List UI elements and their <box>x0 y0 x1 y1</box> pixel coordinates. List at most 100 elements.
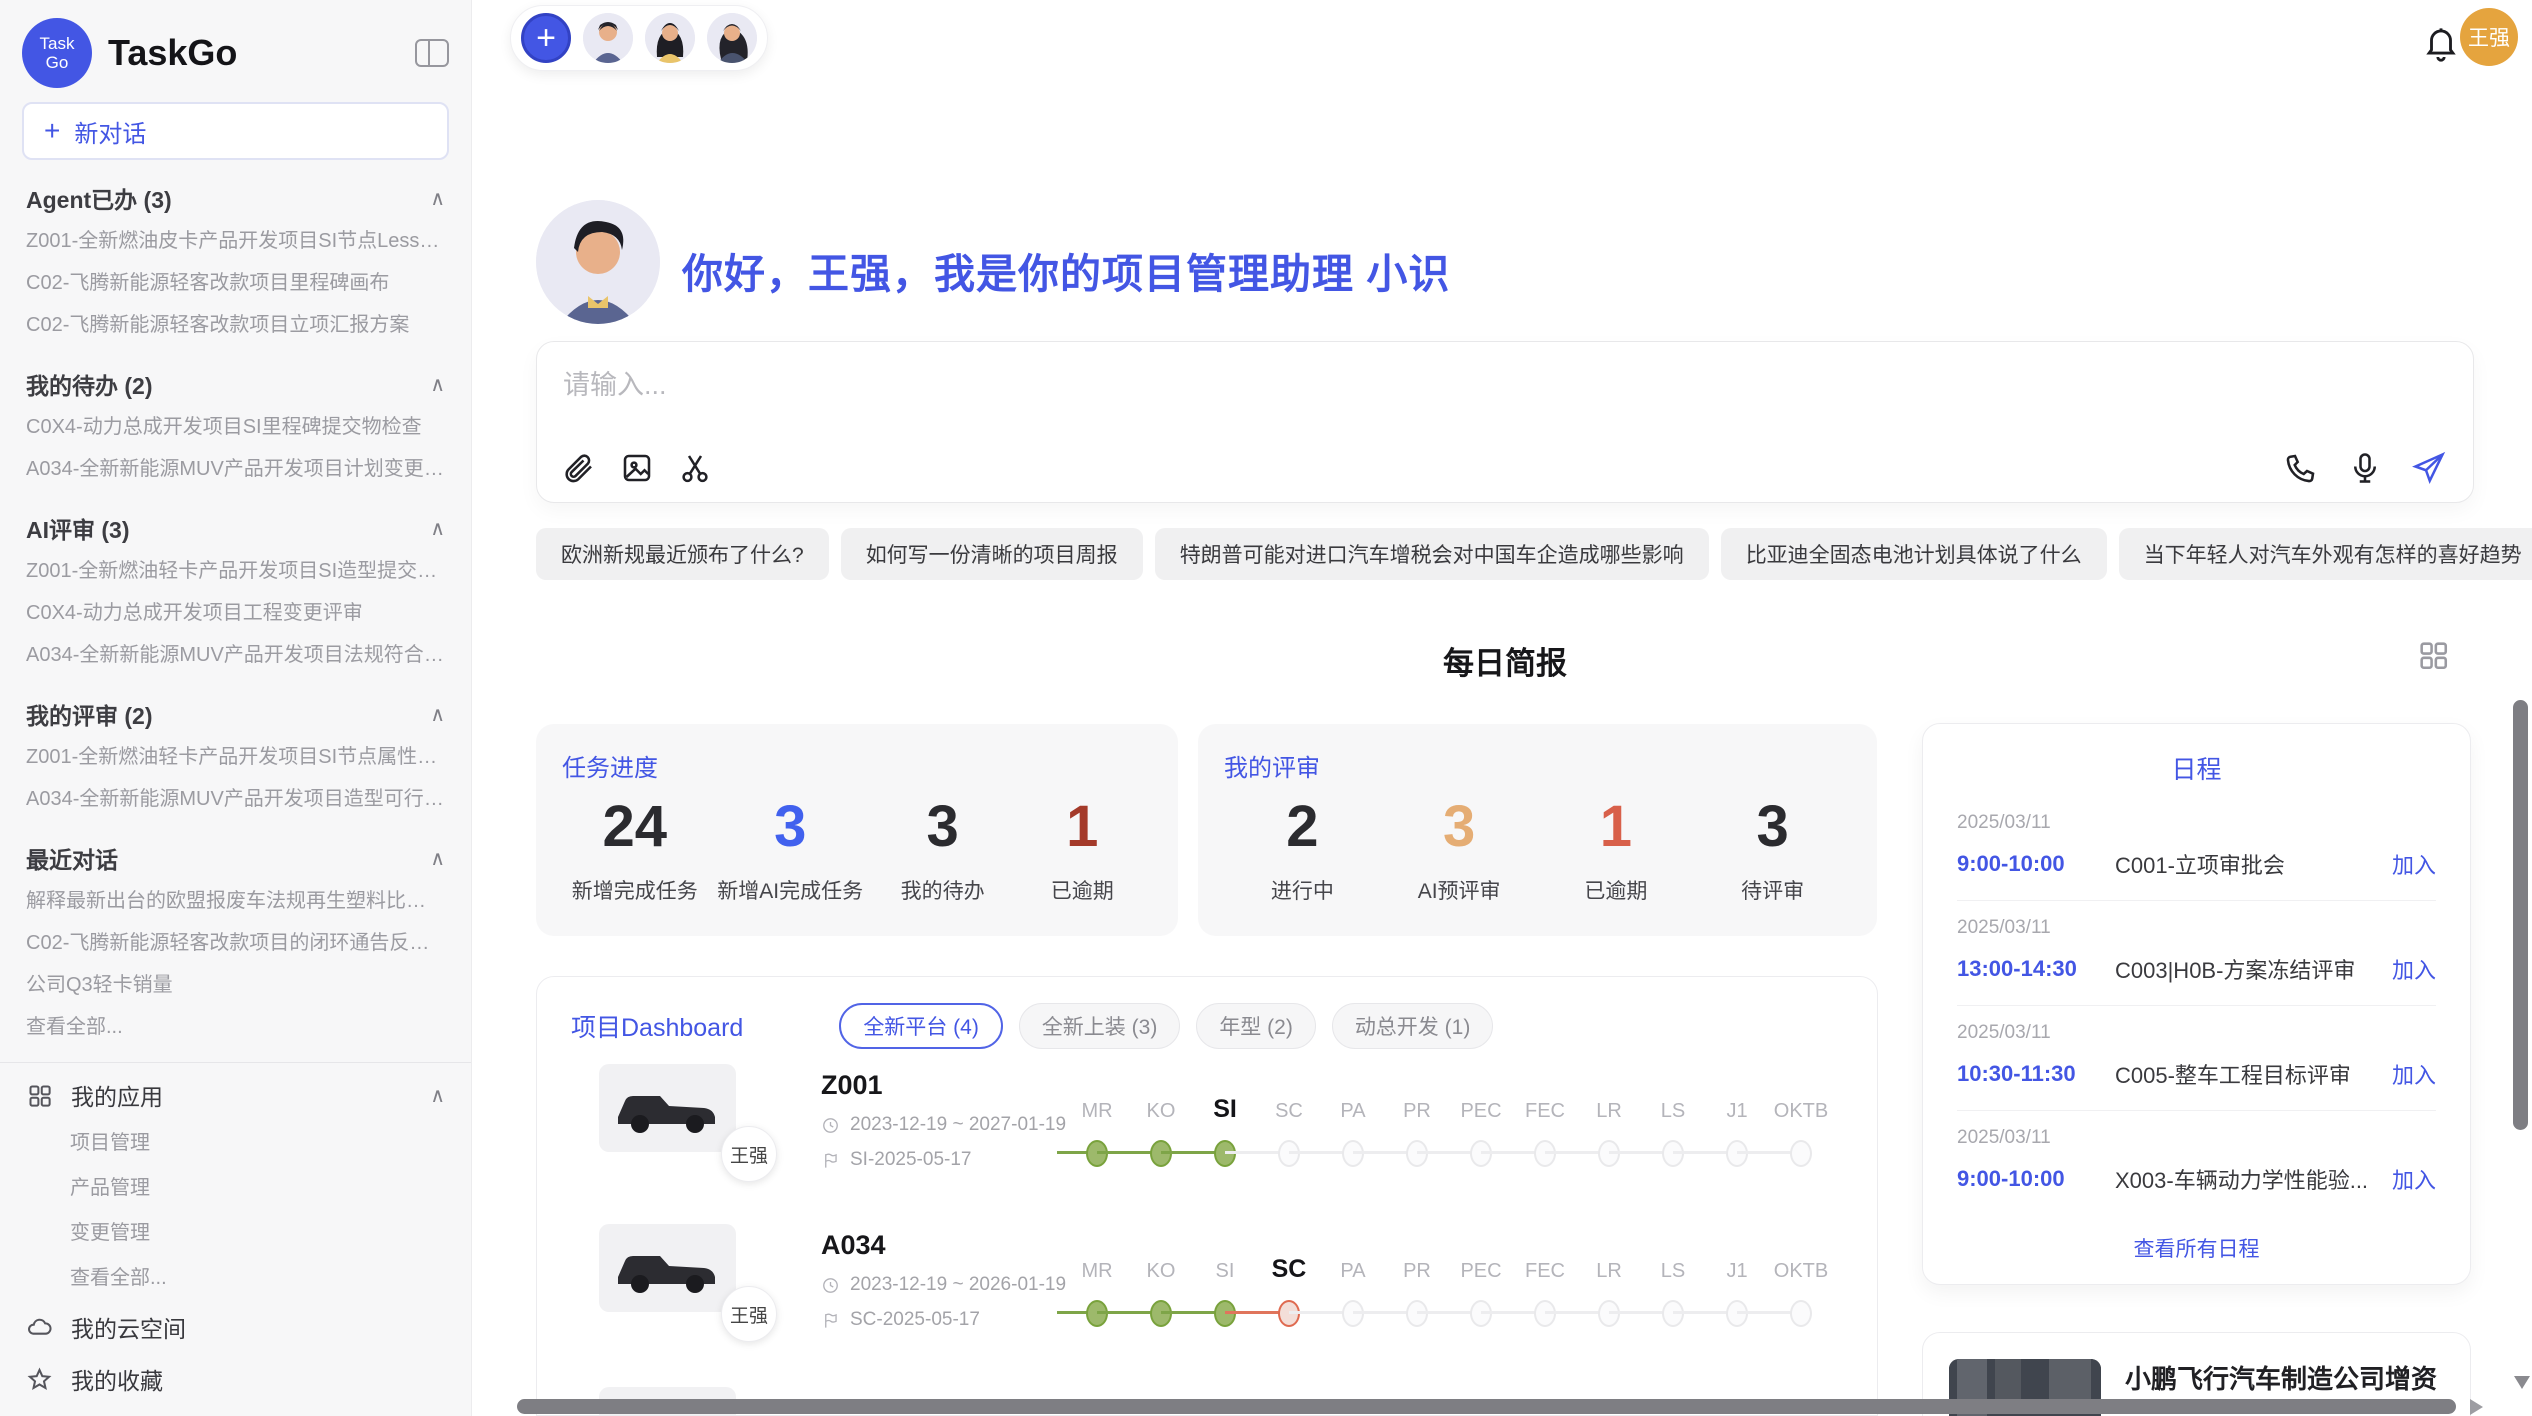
stat-value: 3 <box>1399 791 1519 863</box>
avatar[interactable] <box>707 13 757 63</box>
new-chat-button[interactable]: + 新对话 <box>22 102 449 160</box>
chevron-up-icon[interactable]: ∧ <box>430 1083 445 1108</box>
suggestion-chip[interactable]: 欧洲新规最近颁布了什么? <box>536 528 829 580</box>
sidebar-item-cloud[interactable]: 我的云空间 <box>0 1301 471 1353</box>
avatar[interactable] <box>645 13 695 63</box>
section-title: AI评审 (3) <box>26 511 130 545</box>
date-range-text: 2023-12-19 ~ 2026-01-19 <box>850 1274 1066 1296</box>
date-range-text: 2023-12-19 ~ 2027-01-19 <box>850 1114 1066 1136</box>
schedule-name: C005-整车工程目标评审 <box>2115 1058 2392 1090</box>
app-item[interactable]: 产品管理 <box>0 1166 471 1211</box>
microphone-icon[interactable] <box>2347 450 2383 486</box>
dashboard-tab[interactable]: 动总开发 (1) <box>1332 1003 1494 1049</box>
view-all-link[interactable]: 查看全部... <box>26 1006 445 1048</box>
chevron-up-icon[interactable]: ∧ <box>430 702 445 727</box>
dashboard-tab[interactable]: 全新平台 (4) <box>839 1003 1003 1049</box>
view-all-schedule-link[interactable]: 查看所有日程 <box>1957 1215 2436 1281</box>
view-all-link[interactable]: 查看全部... <box>0 1256 471 1301</box>
milestone-dot[interactable] <box>1790 1140 1812 1167</box>
add-agent-button[interactable]: + <box>521 13 571 63</box>
recent-conversation-item[interactable]: C02-飞腾新能源轻客改款项目的闭环通告反馈情况 <box>26 922 445 964</box>
avatar[interactable] <box>583 13 633 63</box>
join-link[interactable]: 加入 <box>2392 953 2436 985</box>
section-header[interactable]: 最近对话∧ <box>26 836 445 880</box>
chevron-up-icon[interactable]: ∧ <box>430 372 445 397</box>
schedule-row: 9:00-10:00C001-立项审批会加入 <box>1957 848 2436 880</box>
horizontal-scrollbar[interactable] <box>517 1399 2456 1414</box>
sidebar-item[interactable]: Z001-全新燃油皮卡产品开发项目SI节点Lesson Learn报告 <box>26 220 445 262</box>
scroll-right-arrow-icon[interactable] <box>2470 1399 2483 1415</box>
schedule-name: X003-车辆动力学性能验... <box>2115 1163 2392 1195</box>
scroll-down-arrow-icon[interactable] <box>2514 1376 2530 1389</box>
recent-conversation-item[interactable]: 公司Q3轻卡销量 <box>26 964 445 1006</box>
grid-layout-icon[interactable] <box>2416 638 2450 672</box>
chat-input[interactable] <box>563 362 2063 408</box>
chevron-up-icon[interactable]: ∧ <box>430 186 445 211</box>
attachment-icon[interactable] <box>561 450 597 486</box>
chevron-up-icon[interactable]: ∧ <box>430 846 445 871</box>
taskgo-logo: Task Go <box>22 18 92 88</box>
agent-avatar-bar: + <box>510 5 768 71</box>
sidebar-item[interactable]: C0X4-动力总成开发项目SI里程碑提交物检查 <box>26 406 445 448</box>
sidebar-section: 我的待办 (2)∧C0X4-动力总成开发项目SI里程碑提交物检查A034-全新新… <box>0 362 471 490</box>
daily-brief-title: 每日简报 <box>536 638 2474 683</box>
vertical-scrollbar[interactable] <box>2513 700 2528 1130</box>
milestone-label: OKTB <box>1756 1260 1846 1283</box>
project-row: 王强A0342023-12-19 ~ 2026-01-19SC-2025-05-… <box>537 1224 1878 1360</box>
chevron-up-icon[interactable]: ∧ <box>430 516 445 541</box>
milestone-timeline: MRKOSISCPAPRPECFECLRLSJ1OKTB <box>1057 1236 1857 1346</box>
stat-cell: 3新增AI完成任务 <box>717 791 863 905</box>
section-header[interactable]: 我的待办 (2)∧ <box>26 362 445 406</box>
scissors-icon[interactable] <box>677 450 713 486</box>
sidebar-links: 我的云空间我的收藏 <box>0 1301 471 1405</box>
sidebar-item-star[interactable]: 我的收藏 <box>0 1353 471 1405</box>
suggestion-chips: 欧洲新规最近颁布了什么?如何写一份清晰的项目周报特朗普可能对进口汽车增税会对中国… <box>536 528 2532 580</box>
send-icon[interactable] <box>2411 450 2447 486</box>
stat-value: 2 <box>1242 791 1362 863</box>
input-attachment-tools <box>561 450 713 486</box>
join-link[interactable]: 加入 <box>2392 1058 2436 1090</box>
image-icon[interactable] <box>619 450 655 486</box>
notification-bell-icon[interactable] <box>2422 22 2460 62</box>
sidebar-item[interactable]: C02-飞腾新能源轻客改款项目里程碑画布 <box>26 262 445 304</box>
section-header[interactable]: Agent已办 (3)∧ <box>26 176 445 220</box>
user-avatar[interactable]: 王强 <box>2460 8 2518 66</box>
suggestion-chip[interactable]: 当下年轻人对汽车外观有怎样的喜好趋势 <box>2119 528 2532 580</box>
join-link[interactable]: 加入 <box>2392 1163 2436 1195</box>
logo-line2: Go <box>46 53 69 72</box>
sidebar-item[interactable]: A034-全新新能源MUV产品开发项目计划变更表编写 <box>26 448 445 490</box>
sidebar-item-my-apps[interactable]: 我的应用∧ <box>0 1069 471 1121</box>
schedule-time: 9:00-10:00 <box>1957 1166 2115 1192</box>
sidebar-item[interactable]: Z001-全新燃油轻卡产品开发项目SI造型提交物评审 <box>26 550 445 592</box>
section-header[interactable]: 我的评审 (2)∧ <box>26 692 445 736</box>
sidebar-collapse-icon[interactable] <box>415 39 449 67</box>
dashboard-tab[interactable]: 全新上装 (3) <box>1019 1003 1181 1049</box>
join-link[interactable]: 加入 <box>2392 848 2436 880</box>
dashboard-tab[interactable]: 年型 (2) <box>1196 1003 1316 1049</box>
logo-line1: Task <box>40 34 75 53</box>
recent-section: 最近对话∧解释最新出台的欧盟报废车法规再生塑料比例被调至15%...C02-飞腾… <box>0 836 471 1048</box>
sidebar-item[interactable]: Z001-全新燃油轻卡产品开发项目SI节点属性5D文件评审 <box>26 736 445 778</box>
phone-icon[interactable] <box>2283 450 2319 486</box>
suggestion-chip[interactable]: 比亚迪全固态电池计划具体说了什么 <box>1721 528 2107 580</box>
suggestion-chip[interactable]: 如何写一份清晰的项目周报 <box>841 528 1143 580</box>
sidebar-item[interactable]: C02-飞腾新能源轻客改款项目立项汇报方案 <box>26 304 445 346</box>
recent-conversation-item[interactable]: 解释最新出台的欧盟报废车法规再生塑料比例被调至15%... <box>26 880 445 922</box>
stat-cell: 1已逾期 <box>1022 791 1142 905</box>
sidebar-item[interactable]: C0X4-动力总成开发项目工程变更评审 <box>26 592 445 634</box>
schedule-name: C003|H0B-方案冻结评审 <box>2115 953 2392 985</box>
flag-icon <box>821 1311 840 1330</box>
news-title: 小鹏飞行汽车制造公司增资 <box>2125 1359 2471 1396</box>
input-voice-tools <box>2283 450 2447 486</box>
suggestion-chip[interactable]: 特朗普可能对进口汽车增税会对中国车企造成哪些影响 <box>1155 528 1709 580</box>
divider <box>0 1062 471 1063</box>
stat-row: 24新增完成任务3新增AI完成任务3我的待办1已逾期 <box>562 791 1152 905</box>
project-info: A0342023-12-19 ~ 2026-01-19SC-2025-05-17 <box>821 1224 1066 1331</box>
app-item[interactable]: 项目管理 <box>0 1121 471 1166</box>
sidebar-item[interactable]: A034-全新新能源MUV产品开发项目造型可行性评审 <box>26 778 445 820</box>
section-header[interactable]: AI评审 (3) ∧ <box>26 506 445 550</box>
sidebar-item[interactable]: A034-全新新能源MUV产品开发项目法规符合性评审 <box>26 634 445 676</box>
stat-cell: 2进行中 <box>1242 791 1362 905</box>
app-item[interactable]: 变更管理 <box>0 1211 471 1256</box>
milestone-dot[interactable] <box>1790 1300 1812 1327</box>
